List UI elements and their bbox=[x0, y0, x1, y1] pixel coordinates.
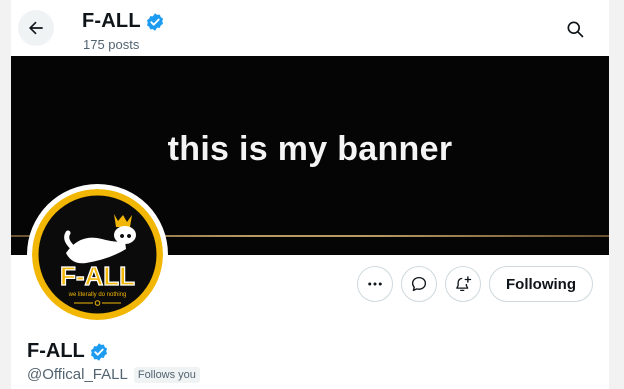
message-icon bbox=[411, 276, 427, 292]
posts-count: 175 posts bbox=[83, 37, 140, 52]
user-handle: @Offical_FALL bbox=[27, 366, 128, 383]
notification-add-icon bbox=[456, 276, 472, 292]
avatar[interactable]: F-ALL we literally do nothing bbox=[27, 184, 168, 325]
verified-badge-icon bbox=[90, 342, 107, 361]
display-name: F-ALL bbox=[27, 340, 85, 362]
top-bar: F-ALL 175 posts bbox=[11, 0, 609, 56]
back-button[interactable] bbox=[18, 10, 54, 46]
more-button[interactable] bbox=[357, 266, 393, 302]
profile-panel: F-ALL 175 posts this is my banner F-ALL … bbox=[11, 0, 609, 389]
more-horizontal-icon bbox=[368, 282, 382, 286]
page-title: F-ALL bbox=[82, 10, 141, 32]
profile-actions: Following bbox=[11, 266, 609, 302]
header-title-row: F-ALL bbox=[82, 10, 165, 33]
follows-you-badge: Follows you bbox=[133, 366, 200, 383]
banner-text: this is my banner bbox=[167, 130, 453, 168]
arrow-left-icon bbox=[29, 21, 43, 35]
message-button[interactable] bbox=[401, 266, 437, 302]
search-icon bbox=[567, 21, 584, 38]
following-button[interactable]: Following bbox=[489, 266, 593, 302]
search-button[interactable] bbox=[558, 12, 592, 46]
notify-button[interactable] bbox=[445, 266, 481, 302]
profile-name-row: F-ALL bbox=[27, 340, 109, 363]
profile-handle-row: @Offical_FALL Follows you bbox=[27, 366, 200, 383]
verified-badge-icon bbox=[146, 12, 163, 31]
